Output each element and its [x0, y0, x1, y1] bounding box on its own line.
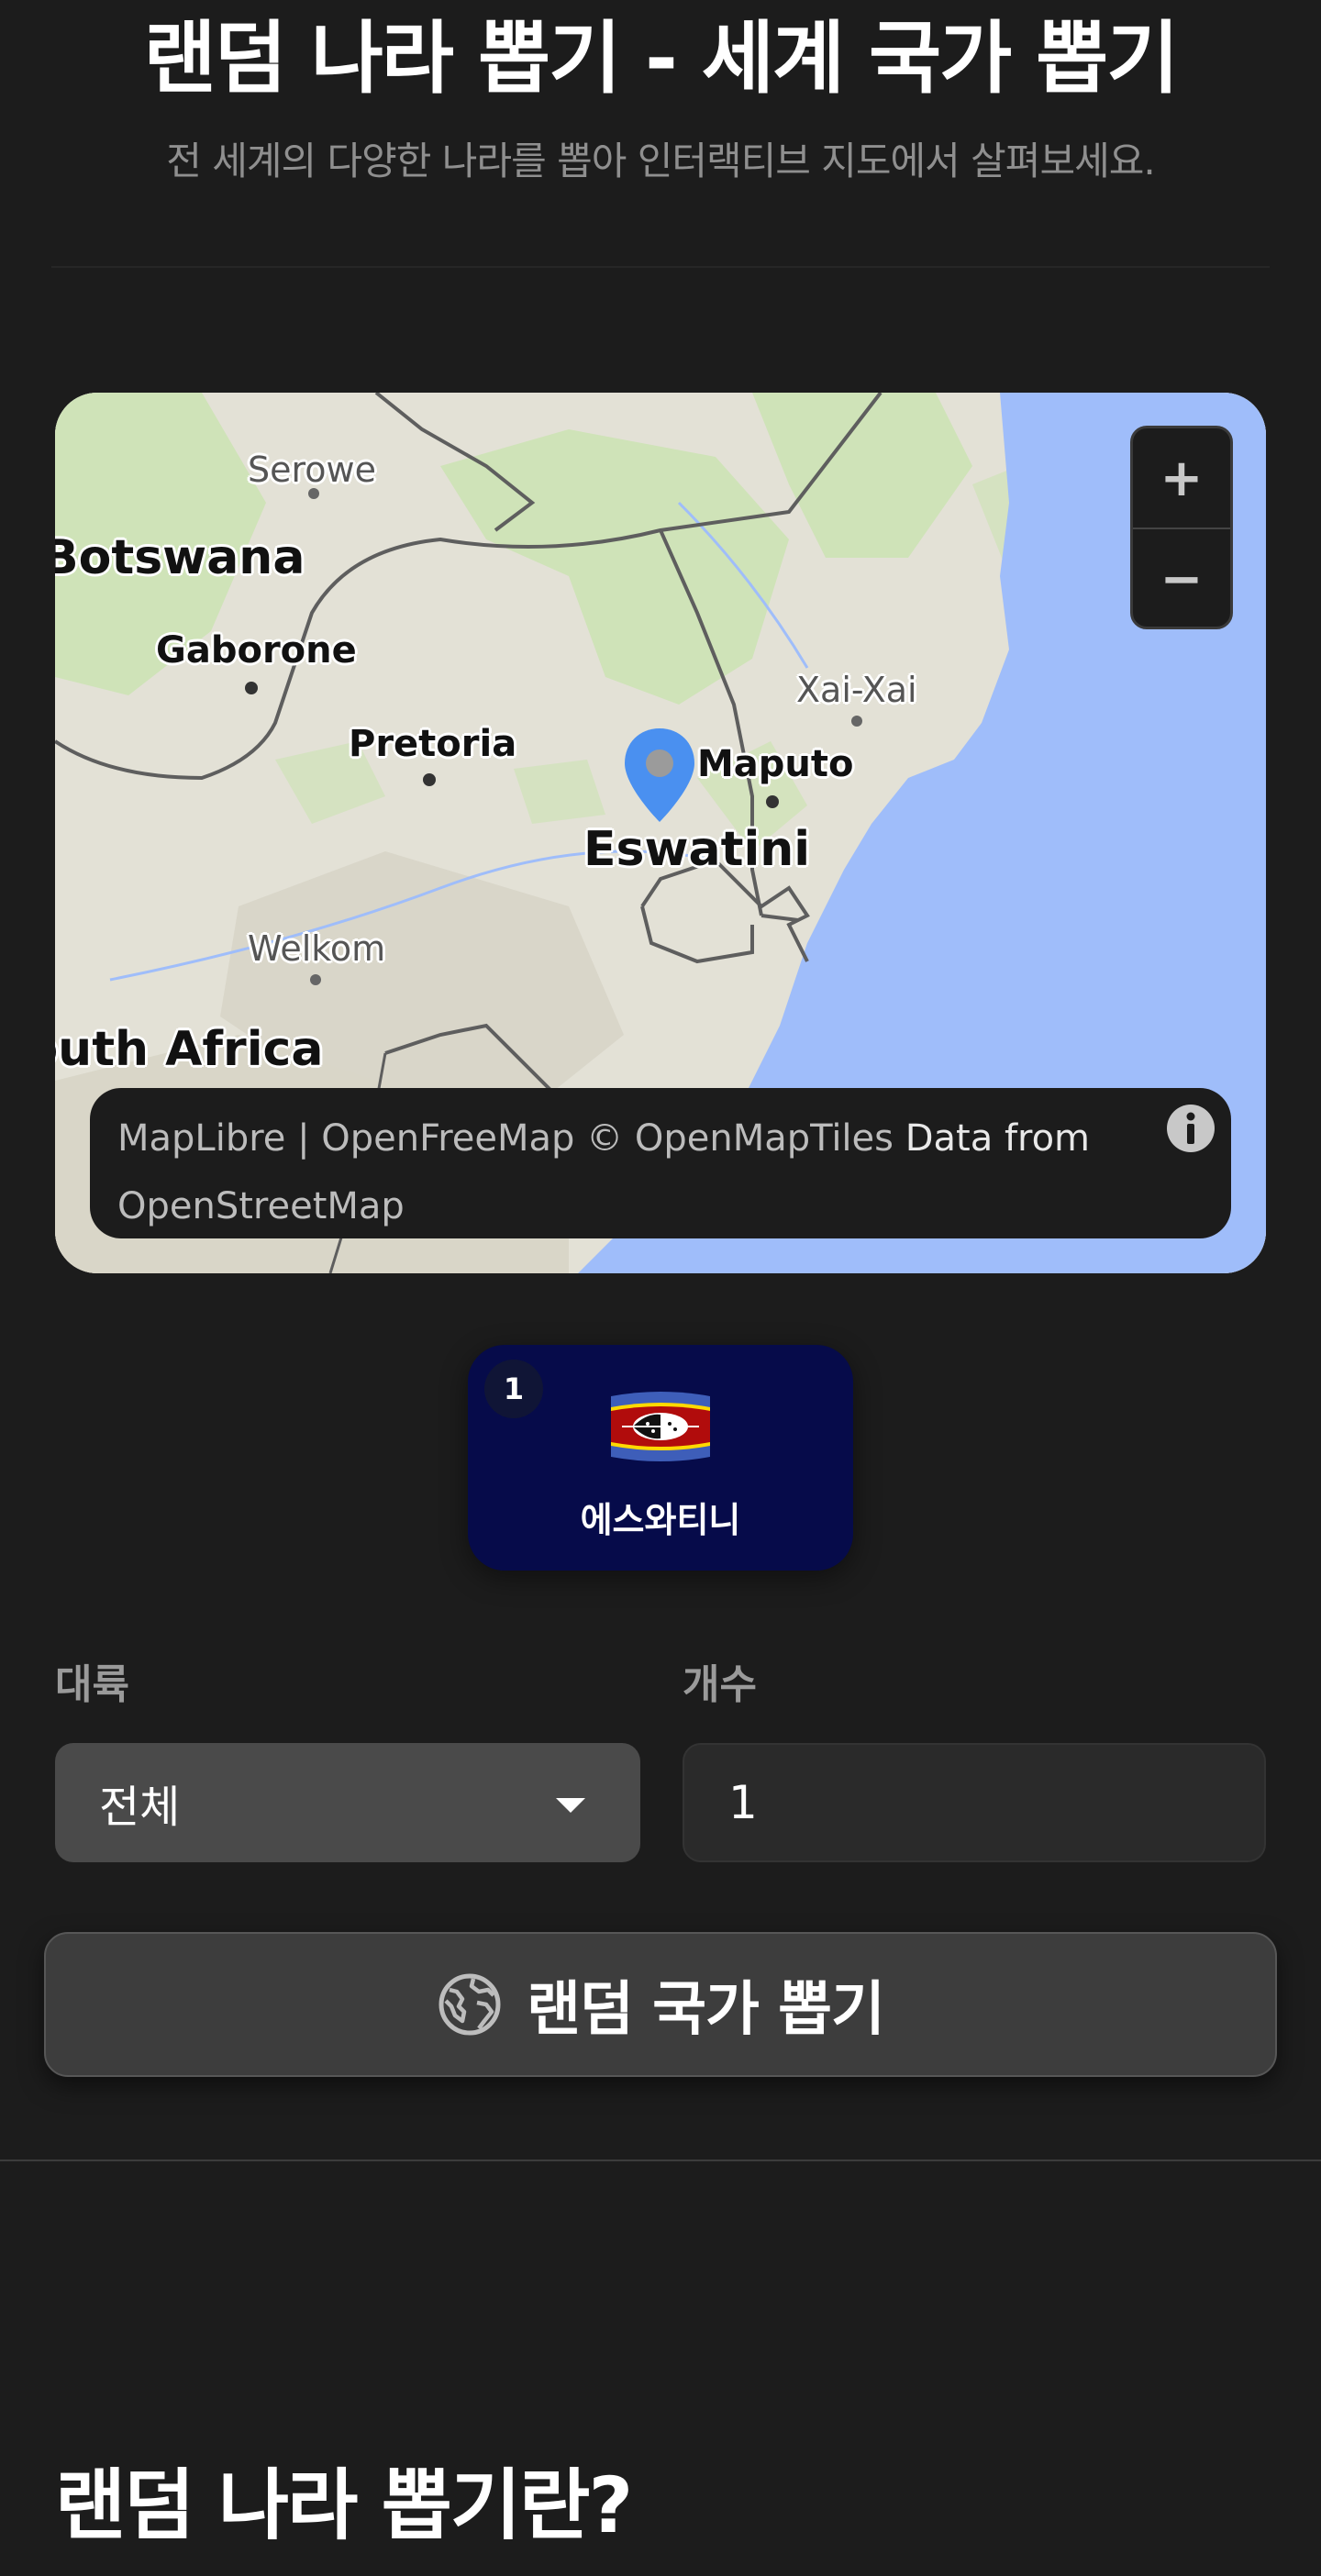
data-from-text: Data from: [894, 1117, 1091, 1160]
random-pick-button-label: 랜덤 국가 뽑기: [527, 1976, 885, 2044]
openfreemap-link[interactable]: OpenFreeMap: [321, 1117, 574, 1160]
page-subtitle: 전 세계의 다양한 나라를 뽑아 인터랙티브 지도에서 살펴보세요.: [166, 139, 1155, 183]
section-divider: [0, 2160, 1321, 2161]
info-icon[interactable]: [1165, 1103, 1216, 1154]
map-label-serowe: Serowe: [248, 450, 376, 490]
zoom-in-button[interactable]: +: [1133, 428, 1230, 527]
result-index-badge: 1: [484, 1360, 543, 1418]
map-pin-icon[interactable]: [622, 727, 697, 826]
eswatini-flag-icon: [611, 1392, 710, 1461]
count-label: 개수: [683, 1661, 757, 1708]
map-label-botswana: Botswana: [55, 530, 305, 585]
page-title: 랜덤 나라 뽑기 - 세계 국가 뽑기: [143, 13, 1180, 105]
map-attribution: MapLibre | OpenFreeMap © OpenMapTiles Da…: [90, 1088, 1231, 1238]
zoom-controls: + −: [1130, 426, 1233, 629]
map-label-welkom: Welkom: [248, 928, 386, 969]
top-divider: [51, 266, 1270, 268]
section-heading: 랜덤 나라 뽑기란?: [55, 2460, 633, 2550]
map-label-south-africa: South Africa: [55, 1022, 324, 1077]
attribution-separator: |: [285, 1117, 322, 1160]
caret-down-icon: [556, 1798, 585, 1813]
map-card[interactable]: Botswana Serowe Gaborone Pretoria Xai-Xa…: [55, 393, 1266, 1273]
continent-select-value: 전체: [99, 1782, 181, 1833]
result-card[interactable]: 1 에스와티니: [468, 1345, 853, 1571]
continent-select[interactable]: 전체: [55, 1743, 640, 1862]
zoom-out-button[interactable]: −: [1133, 529, 1230, 627]
map-label-eswatini: Eswatini: [583, 822, 811, 877]
globe-icon: [438, 1973, 501, 2036]
map-label-maputo: Maputo: [697, 743, 854, 785]
random-pick-button[interactable]: 랜덤 국가 뽑기: [44, 1932, 1277, 2077]
map-label-pretoria: Pretoria: [349, 723, 517, 765]
map-label-xai-xai: Xai-Xai: [796, 670, 917, 710]
openstreetmap-link[interactable]: OpenStreetMap: [117, 1185, 405, 1227]
count-input[interactable]: [683, 1743, 1266, 1862]
result-country-name: 에스와티니: [580, 1500, 741, 1540]
openmaptiles-link[interactable]: © OpenMapTiles: [574, 1117, 894, 1160]
continent-label: 대륙: [55, 1661, 129, 1708]
map-label-gaborone: Gaborone: [156, 629, 357, 672]
maplibre-link[interactable]: MapLibre: [117, 1117, 285, 1160]
